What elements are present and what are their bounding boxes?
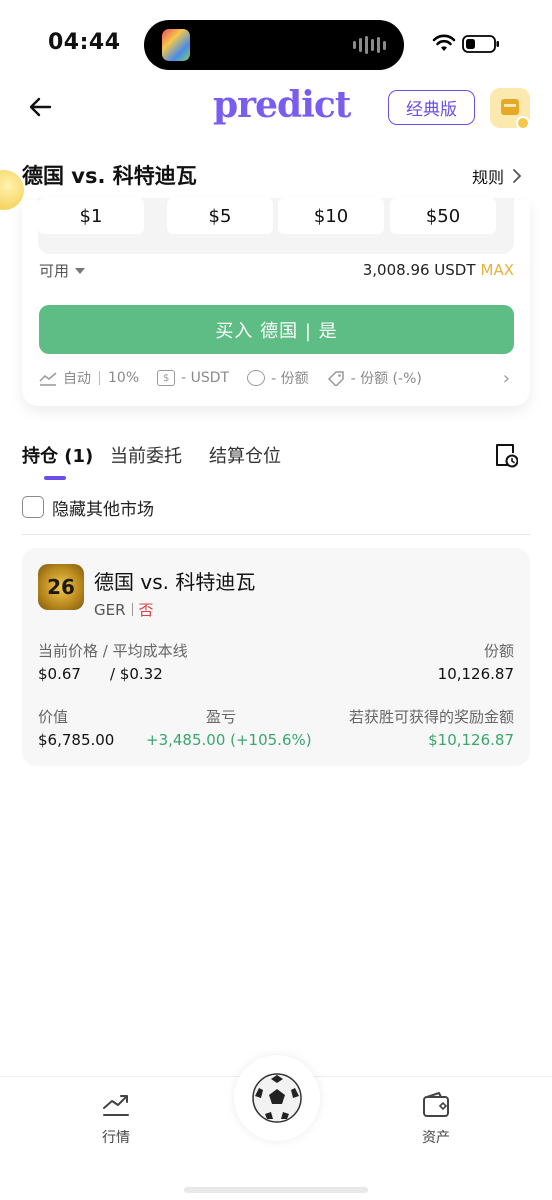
app-header: predict 经典版 xyxy=(0,80,552,140)
position-card[interactable]: 26 德国 vs. 科特迪瓦 GER 否 当前价格 / 平均成本线 $0.67 … xyxy=(22,548,530,766)
dollar-icon: $ xyxy=(157,370,176,386)
amount-button-50[interactable]: $50 xyxy=(390,198,496,234)
status-time: 04:44 xyxy=(48,30,121,55)
nav-market-label: 行情 xyxy=(102,1130,130,1146)
position-value: $6,785.00 xyxy=(38,731,115,749)
tag-icon xyxy=(327,371,344,386)
current-price: $0.67 xyxy=(38,665,81,683)
shares-value: 10,126.87 xyxy=(437,665,514,683)
home-indicator xyxy=(184,1187,368,1193)
back-arrow-icon[interactable] xyxy=(26,92,56,122)
active-tab-indicator xyxy=(44,476,66,480)
shares-percent-value: - 份额 (-%) xyxy=(350,371,422,387)
star-badge-icon xyxy=(247,370,266,386)
position-market-title: 德国 vs. 科特迪瓦 xyxy=(94,570,256,594)
avg-cost: / $0.32 xyxy=(110,665,163,683)
nav-market[interactable]: 行情 xyxy=(86,1091,146,1151)
market-title: 德国 vs. 科特迪瓦 xyxy=(22,164,197,188)
hide-other-markets-toggle[interactable]: 隐藏其他市场 xyxy=(22,494,154,520)
tab-open-orders[interactable]: 当前委托 xyxy=(110,442,182,468)
chevron-right-icon[interactable]: › xyxy=(503,368,510,389)
position-outcome: GER 否 xyxy=(94,599,154,620)
chevron-right-icon xyxy=(513,169,522,183)
shares-estimate: - 份额 xyxy=(247,368,309,388)
tab-positions[interactable]: 持仓 (1) xyxy=(22,442,93,468)
slippage-value: 10% xyxy=(108,370,140,386)
center-football-button[interactable] xyxy=(234,1055,320,1141)
order-settings-row[interactable]: 自动 10% $ - USDT - 份额 - 份额 (-%) › xyxy=(39,366,514,390)
position-side: 否 xyxy=(138,601,154,619)
reward-label: 若获胜可获得的奖励金额 xyxy=(348,708,514,726)
market-avatar: 26 xyxy=(38,564,84,610)
tab-settled-positions[interactable]: 结算仓位 xyxy=(209,442,281,468)
divider xyxy=(131,603,133,616)
wallet-nav-icon xyxy=(423,1092,449,1117)
amount-button-5[interactable]: $5 xyxy=(167,198,273,234)
shares-label: 份额 xyxy=(483,642,514,660)
football-icon xyxy=(252,1073,302,1123)
pnl-value: +3,485.00 (+105.6%) xyxy=(146,731,312,749)
coin-badge-icon xyxy=(516,116,530,130)
history-icon[interactable] xyxy=(494,442,518,468)
battery-icon xyxy=(462,35,499,53)
mascot-icon[interactable] xyxy=(0,170,24,210)
hide-other-markets-checkbox[interactable] xyxy=(22,496,44,518)
market-title-row: 德国 vs. 科特迪瓦 规则 xyxy=(0,150,552,210)
section-divider xyxy=(22,534,530,535)
wifi-icon xyxy=(432,34,456,51)
value-label: 价值 xyxy=(38,708,69,726)
bottom-nav: 行情 资产 xyxy=(0,1055,552,1200)
quick-amount-group: $1 $5 $10 $50 xyxy=(38,198,514,254)
usdt-estimate: - USDT xyxy=(181,370,230,386)
status-bar: 04:44 xyxy=(0,0,552,80)
slippage-setting[interactable]: 自动 10% xyxy=(39,368,139,388)
audio-wave-icon xyxy=(353,36,386,54)
amount-button-10[interactable]: $10 xyxy=(278,198,384,234)
shares-percent-estimate: - 份额 (-%) xyxy=(327,368,422,388)
classic-mode-button[interactable]: 经典版 xyxy=(388,90,475,125)
reward-value: $10,126.87 xyxy=(428,731,514,749)
auto-label: 自动 xyxy=(63,371,91,387)
position-tabs: 持仓 (1) 当前委托 结算仓位 xyxy=(22,438,530,482)
rules-link[interactable]: 规则 xyxy=(472,164,522,188)
predict-logo: predict xyxy=(213,84,351,126)
available-dropdown[interactable]: 可用 xyxy=(39,260,86,281)
wallet-button[interactable] xyxy=(490,88,530,130)
trade-panel: $1 $5 $10 $50 可用 3,008.96 USDT MAX 买入 德国 … xyxy=(22,198,530,406)
max-button[interactable]: MAX xyxy=(481,261,514,279)
available-label: 可用 xyxy=(39,262,70,280)
divider xyxy=(99,371,100,385)
app-thumbnail-icon xyxy=(162,29,190,61)
available-balance: 3,008.96 USDT MAX xyxy=(363,261,514,279)
trend-chart-icon xyxy=(103,1095,129,1116)
amount-button-1[interactable]: $1 xyxy=(38,198,144,234)
chart-line-icon xyxy=(39,372,57,386)
cost-estimate: $ - USDT xyxy=(157,370,229,386)
hide-other-markets-label: 隐藏其他市场 xyxy=(52,499,154,520)
available-value: 3,008.96 USDT xyxy=(362,261,476,279)
price-label: 当前价格 / 平均成本线 xyxy=(38,642,188,660)
rules-label: 规则 xyxy=(472,168,505,187)
pnl-label: 盈亏 xyxy=(206,708,237,726)
caret-down-icon xyxy=(75,267,86,274)
wallet-icon xyxy=(501,99,519,115)
nav-assets[interactable]: 资产 xyxy=(406,1091,466,1151)
shares-value: - 份额 xyxy=(271,371,309,387)
dynamic-island xyxy=(144,20,404,70)
buy-button[interactable]: 买入 德国 | 是 xyxy=(39,305,514,354)
position-code: GER xyxy=(94,600,126,619)
nav-assets-label: 资产 xyxy=(422,1130,450,1146)
